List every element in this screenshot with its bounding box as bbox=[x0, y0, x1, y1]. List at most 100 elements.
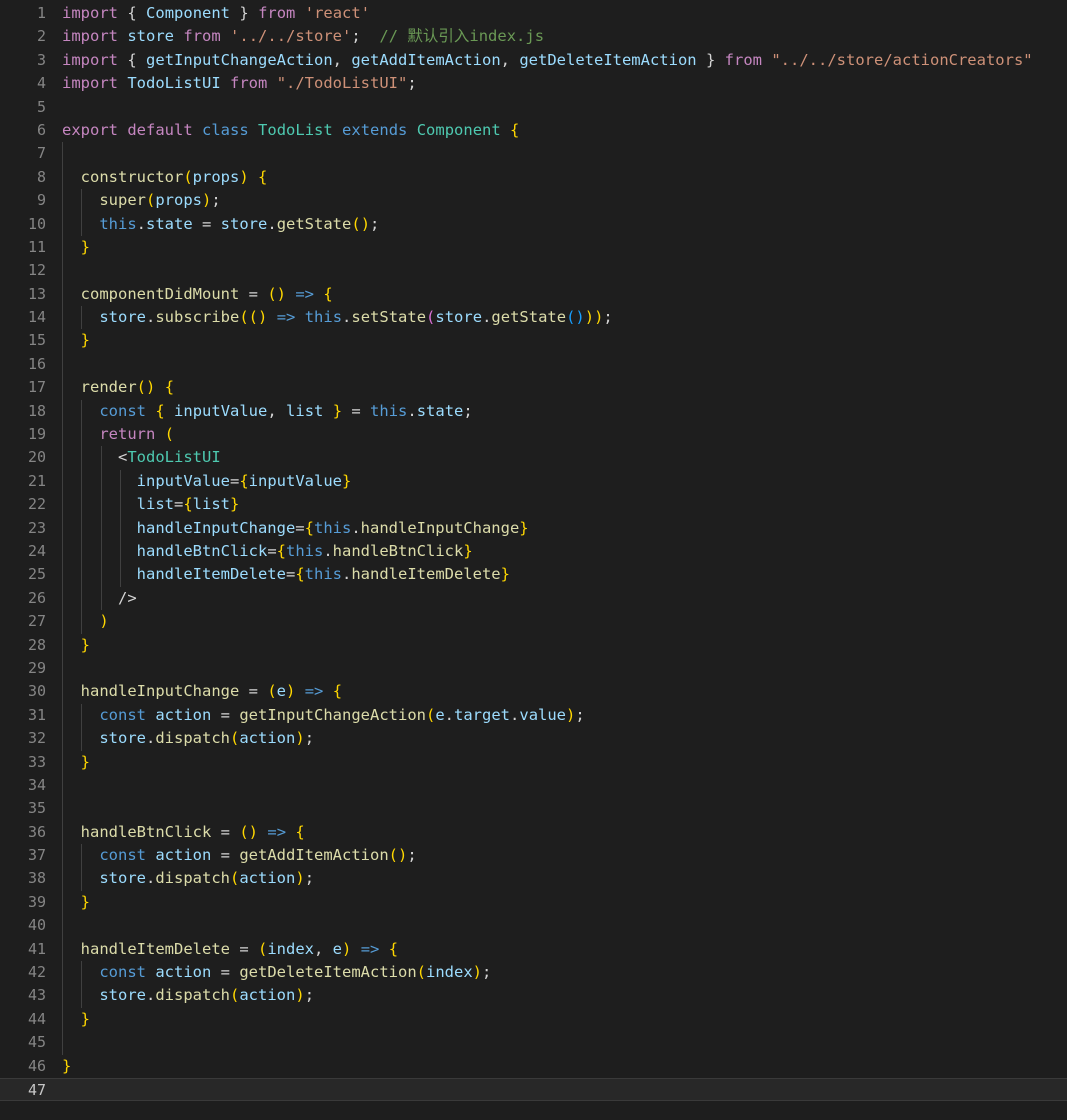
code-text[interactable]: export default class TodoList extends Co… bbox=[62, 119, 1067, 142]
code-line[interactable]: 9 super(props); bbox=[0, 189, 1067, 213]
code-line[interactable]: 6 export default class TodoList extends C… bbox=[0, 119, 1067, 142]
code-text[interactable]: handleInputChange={this.handleInputChang… bbox=[62, 517, 1067, 540]
code-line[interactable]: 46} bbox=[0, 1055, 1067, 1078]
code-text[interactable]: import { getInputChangeAction, getAddIte… bbox=[62, 49, 1067, 72]
code-token: ) bbox=[258, 308, 268, 327]
code-line[interactable]: 2 import store from '../../store'; // 默认引… bbox=[0, 25, 1067, 48]
code-line[interactable]: 32 store.dispatch(action); bbox=[0, 727, 1067, 751]
code-line[interactable]: 38 store.dispatch(action); bbox=[0, 867, 1067, 891]
code-line[interactable]: 22 list={list} bbox=[0, 493, 1067, 517]
code-text[interactable]: } bbox=[62, 329, 1067, 352]
code-text[interactable]: } bbox=[62, 751, 1067, 774]
code-line[interactable]: 23 handleInputChange={this.handleInputCh… bbox=[0, 516, 1067, 540]
code-text[interactable]: ) bbox=[62, 610, 1067, 633]
code-text[interactable]: componentDidMount = () => { bbox=[62, 283, 1067, 306]
code-text[interactable]: handleBtnClick={this.handleBtnClick} bbox=[62, 540, 1067, 563]
code-line[interactable]: 30 handleInputChange = (e) => { bbox=[0, 680, 1067, 704]
code-line[interactable]: 19 return ( bbox=[0, 423, 1067, 447]
code-text[interactable]: return ( bbox=[62, 423, 1067, 446]
code-line[interactable]: 28 } bbox=[0, 633, 1067, 657]
code-line[interactable]: 7 bbox=[0, 142, 1067, 166]
code-text[interactable]: } bbox=[62, 1008, 1067, 1031]
code-line[interactable]: 34 bbox=[0, 773, 1067, 798]
code-lines-container[interactable]: 1 import { Component } from 'react' 2 impor… bbox=[0, 0, 1067, 1102]
code-line[interactable]: 14 store.subscribe(() => this.setState(s… bbox=[0, 306, 1067, 330]
code-line[interactable]: 11 } bbox=[0, 235, 1067, 260]
code-line[interactable]: 36 handleBtnClick = () => { bbox=[0, 820, 1067, 845]
code-text[interactable]: /> bbox=[62, 587, 1067, 610]
code-line[interactable]: 10 this.state = store.getState(); bbox=[0, 212, 1067, 236]
code-text[interactable]: import { Component } from 'react' bbox=[62, 2, 1067, 25]
code-line[interactable]: 12 bbox=[0, 259, 1067, 283]
code-line[interactable]: 5 bbox=[0, 96, 1067, 119]
code-line[interactable]: 8 constructor(props) { bbox=[0, 165, 1067, 190]
code-text[interactable]: store.dispatch(action); bbox=[62, 727, 1067, 750]
code-line[interactable]: 18 const { inputValue, list } = this.sta… bbox=[0, 399, 1067, 424]
code-text[interactable]: const action = getAddItemAction(); bbox=[62, 844, 1067, 867]
code-line[interactable]: 41 handleItemDelete = (index, e) => { bbox=[0, 937, 1067, 962]
code-line[interactable]: 3 import { getInputChangeAction, getAddIt… bbox=[0, 49, 1067, 72]
code-token: handleInputChange bbox=[136, 518, 296, 537]
code-line[interactable]: 16 bbox=[0, 352, 1067, 377]
code-line[interactable]: 31 const action = getInputChangeAction(e… bbox=[0, 703, 1067, 728]
code-token: action bbox=[239, 869, 296, 888]
code-line[interactable]: 15 } bbox=[0, 329, 1067, 353]
code-editor[interactable]: 1 import { Component } from 'react' 2 impor… bbox=[0, 0, 1067, 1120]
code-line[interactable]: 42 const action = getDeleteItemAction(in… bbox=[0, 961, 1067, 985]
code-line[interactable]: 47 bbox=[0, 1077, 1067, 1102]
code-text[interactable]: } bbox=[62, 634, 1067, 657]
code-line[interactable]: 26 /> bbox=[0, 586, 1067, 611]
code-line[interactable]: 27 ) bbox=[0, 610, 1067, 634]
code-line[interactable]: 43 store.dispatch(action); bbox=[0, 984, 1067, 1008]
code-text[interactable]: const action = getDeleteItemAction(index… bbox=[62, 961, 1067, 984]
code-line[interactable]: 45 bbox=[0, 1031, 1067, 1055]
code-token: ( bbox=[257, 939, 268, 958]
code-line[interactable]: 13 componentDidMount = () => { bbox=[0, 282, 1067, 307]
code-token: '../../store' bbox=[230, 27, 352, 46]
code-text[interactable]: handleItemDelete={this.handleItemDelete} bbox=[62, 563, 1067, 586]
line-number: 3 bbox=[36, 50, 46, 69]
code-token: ) bbox=[360, 214, 371, 233]
code-text[interactable]: handleBtnClick = () => { bbox=[62, 821, 1067, 844]
code-line[interactable]: 21 inputValue={inputValue} bbox=[0, 469, 1067, 494]
code-line[interactable]: 40 bbox=[0, 914, 1067, 938]
code-line[interactable]: 44 } bbox=[0, 1007, 1067, 1032]
code-text[interactable]: } bbox=[62, 1055, 1067, 1078]
code-token: "./TodoListUI" bbox=[276, 74, 408, 93]
code-token: ; bbox=[370, 214, 380, 233]
code-text[interactable]: list={list} bbox=[62, 493, 1067, 516]
code-text[interactable]: render() { bbox=[62, 376, 1067, 399]
code-token: getState bbox=[276, 214, 352, 233]
code-token: . bbox=[146, 308, 156, 327]
code-line[interactable]: 4 import TodoListUI from "./TodoListUI"; bbox=[0, 72, 1067, 95]
code-line[interactable]: 24 handleBtnClick={this.handleBtnClick} bbox=[0, 539, 1067, 564]
code-text[interactable]: super(props); bbox=[62, 189, 1067, 212]
code-line[interactable]: 25 handleItemDelete={this.handleItemDele… bbox=[0, 563, 1067, 587]
code-text[interactable]: import TodoListUI from "./TodoListUI"; bbox=[62, 72, 1067, 95]
code-text[interactable]: store.dispatch(action); bbox=[62, 867, 1067, 890]
code-text[interactable]: handleItemDelete = (index, e) => { bbox=[62, 938, 1067, 961]
code-text[interactable]: <TodoListUI bbox=[62, 446, 1067, 469]
code-text[interactable]: store.subscribe(() => this.setState(stor… bbox=[62, 306, 1067, 329]
code-text[interactable]: constructor(props) { bbox=[62, 166, 1067, 189]
code-text[interactable]: inputValue={inputValue} bbox=[62, 470, 1067, 493]
code-token: ; bbox=[407, 74, 417, 93]
code-line[interactable]: 39 } bbox=[0, 890, 1067, 915]
code-line[interactable]: 17 render() { bbox=[0, 376, 1067, 400]
code-token: e bbox=[276, 682, 286, 701]
code-line[interactable]: 1 import { Component } from 'react' bbox=[0, 2, 1067, 25]
code-text[interactable]: this.state = store.getState(); bbox=[62, 213, 1067, 236]
code-text[interactable]: store.dispatch(action); bbox=[62, 984, 1067, 1007]
code-text[interactable]: import store from '../../store'; // 默认引入… bbox=[62, 25, 1067, 48]
code-text[interactable]: } bbox=[62, 236, 1067, 259]
code-text[interactable]: const action = getInputChangeAction(e.ta… bbox=[62, 704, 1067, 727]
code-line[interactable]: 35 bbox=[0, 797, 1067, 821]
code-text[interactable]: handleInputChange = (e) => { bbox=[62, 680, 1067, 703]
code-line[interactable]: 20 <TodoListUI bbox=[0, 446, 1067, 470]
code-text[interactable]: const { inputValue, list } = this.state; bbox=[62, 400, 1067, 423]
code-line[interactable]: 33 } bbox=[0, 750, 1067, 774]
code-line[interactable]: 37 const action = getAddItemAction(); bbox=[0, 844, 1067, 868]
code-text[interactable]: } bbox=[62, 891, 1067, 914]
code-line[interactable]: 29 bbox=[0, 656, 1067, 681]
